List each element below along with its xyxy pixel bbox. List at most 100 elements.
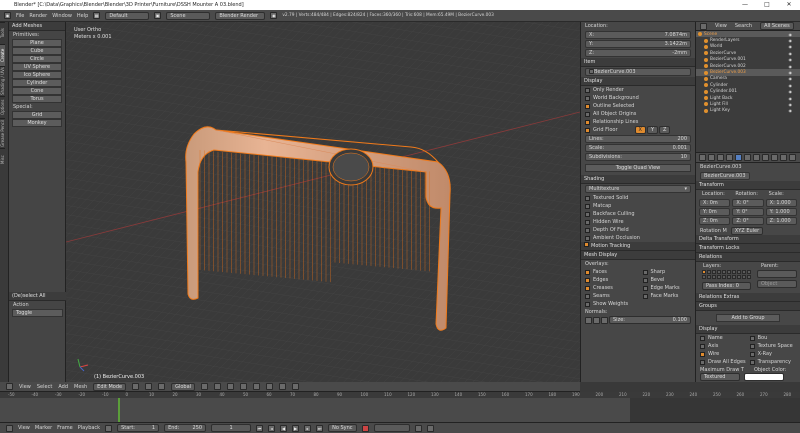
menu-mesh[interactable]: Mesh bbox=[74, 384, 87, 390]
shading-matcap-checkbox[interactable]: Matcap bbox=[581, 202, 695, 210]
visibility-eye-icon[interactable]: ◉ bbox=[789, 102, 793, 107]
viewport-canvas[interactable]: User Ortho Meters x 0.001 (1) BezierCurv… bbox=[66, 22, 580, 382]
current-frame-field[interactable]: 1 bbox=[211, 424, 252, 432]
current-frame-indicator[interactable] bbox=[118, 398, 120, 422]
visibility-eye-icon[interactable]: ◉ bbox=[789, 83, 793, 88]
object-display-draw-all-edges-checkbox[interactable]: Draw All Edges bbox=[696, 358, 746, 366]
shading-ambient-occlusion-checkbox[interactable]: Ambient Occlusion bbox=[581, 234, 695, 242]
primitive-plane-button[interactable]: Plane bbox=[12, 39, 62, 47]
overlay-sharp-checkbox[interactable]: Sharp bbox=[639, 268, 696, 276]
physics-tab-icon[interactable] bbox=[789, 154, 796, 161]
transform-scl-z-field[interactable]: Z: 1.000 bbox=[765, 217, 797, 225]
face-normals-icon[interactable] bbox=[601, 316, 608, 324]
object-display-texture-space-checkbox[interactable]: Texture Space bbox=[746, 342, 800, 350]
timeline-track[interactable] bbox=[0, 398, 800, 422]
data-tab-icon[interactable] bbox=[762, 154, 769, 161]
layer-buttons[interactable] bbox=[702, 270, 751, 279]
visibility-eye-icon[interactable]: ◉ bbox=[789, 44, 793, 49]
tab-shading-uvs[interactable]: Shading / UVs bbox=[0, 66, 5, 96]
primitive-ico-sphere-button[interactable]: Ico Sphere bbox=[12, 71, 62, 79]
layer-toggle[interactable] bbox=[732, 275, 736, 279]
minimize-button[interactable]: — bbox=[734, 0, 756, 10]
timeline-menu-playback[interactable]: Playback bbox=[78, 425, 100, 431]
transform-rot-z-field[interactable]: Z: 0° bbox=[732, 217, 764, 225]
manipulator-icon[interactable] bbox=[158, 383, 166, 390]
object-color-swatch[interactable] bbox=[744, 373, 784, 381]
relations-extras-header[interactable]: Relations Extras bbox=[696, 293, 800, 302]
display-outline-selected-checkbox[interactable]: Outline Selected bbox=[581, 102, 695, 110]
visibility-eye-icon[interactable]: ◉ bbox=[789, 89, 793, 94]
item-name-field[interactable]: BezierCurve.003 bbox=[585, 68, 691, 76]
visibility-eye-icon[interactable]: ◉ bbox=[789, 57, 793, 62]
layer-toggle[interactable] bbox=[747, 275, 751, 279]
delta-transform-header[interactable]: Delta Transform bbox=[696, 235, 800, 244]
overlay-seams-checkbox[interactable]: Seams bbox=[581, 292, 639, 300]
visibility-eye-icon[interactable]: ◉ bbox=[789, 76, 793, 81]
grid-axis-z[interactable]: Z bbox=[659, 126, 671, 134]
layer-toggle[interactable] bbox=[727, 275, 731, 279]
overlay-edge-marks-checkbox[interactable]: Edge Marks bbox=[639, 284, 696, 292]
transform-header[interactable]: Transform bbox=[696, 181, 800, 190]
transform-loc-z-field[interactable]: Z: 0m bbox=[699, 217, 731, 225]
scene-tab-icon[interactable] bbox=[717, 154, 724, 161]
display-panel-header[interactable]: Display bbox=[581, 77, 695, 86]
play-reverse-icon[interactable]: ◀ bbox=[280, 424, 288, 432]
screen-layout-icon[interactable]: ▦ bbox=[93, 12, 101, 19]
overlay-bevel-checkbox[interactable]: Bevel bbox=[639, 276, 696, 284]
layer-toggle[interactable] bbox=[722, 275, 726, 279]
timeline-editor-icon[interactable] bbox=[6, 424, 13, 432]
object-display-x-ray-checkbox[interactable]: X-Ray bbox=[746, 350, 800, 358]
special-grid-button[interactable]: Grid bbox=[12, 111, 62, 119]
primitive-cylinder-button[interactable]: Cylinder bbox=[12, 79, 62, 87]
primitive-cone-button[interactable]: Cone bbox=[12, 87, 62, 95]
layer-toggle[interactable] bbox=[717, 270, 721, 274]
vertex-normals-icon[interactable] bbox=[585, 316, 592, 324]
transform-loc-x-field[interactable]: X: 0m bbox=[699, 199, 731, 207]
render-tab-icon[interactable] bbox=[699, 154, 706, 161]
prev-keyframe-icon[interactable]: ◂ bbox=[268, 424, 276, 432]
edge-select-icon[interactable] bbox=[214, 383, 222, 390]
visibility-eye-icon[interactable]: ◉ bbox=[789, 108, 793, 113]
relations-header[interactable]: Relations bbox=[696, 253, 800, 262]
layer-toggle[interactable] bbox=[717, 275, 721, 279]
overlay-show-weights-checkbox[interactable]: Show Weights bbox=[581, 300, 639, 308]
grid-floor-toggle[interactable]: Grid Floor X Y Z bbox=[581, 126, 695, 134]
layer-toggle[interactable] bbox=[712, 275, 716, 279]
primitive-cube-button[interactable]: Cube bbox=[12, 47, 62, 55]
sync-mode-selector[interactable]: No Sync bbox=[328, 424, 357, 432]
layer-toggle[interactable] bbox=[737, 275, 741, 279]
menu-add[interactable]: Add bbox=[58, 384, 68, 390]
outliner-row[interactable]: Light Key ◉ bbox=[696, 108, 800, 114]
texture-tab-icon[interactable] bbox=[780, 154, 787, 161]
shading-textured-solid-checkbox[interactable]: Textured Solid bbox=[581, 194, 695, 202]
location-x-field[interactable]: X: 7.0874m bbox=[585, 31, 691, 39]
play-icon[interactable]: ▶ bbox=[292, 424, 300, 432]
layer-toggle[interactable] bbox=[707, 275, 711, 279]
layout-selector[interactable]: Default bbox=[105, 11, 150, 20]
close-button[interactable]: ✕ bbox=[778, 0, 800, 10]
object-name-field[interactable]: BezierCurve.003 bbox=[700, 172, 750, 180]
grid-axis-y[interactable]: Y bbox=[646, 126, 659, 134]
grid-lines-field[interactable]: Lines: 200 bbox=[585, 135, 691, 143]
tab-options[interactable]: Options bbox=[0, 96, 5, 118]
layer-toggle[interactable] bbox=[737, 270, 741, 274]
outliner-editor-icon[interactable] bbox=[700, 22, 707, 30]
viewport-shading-icon[interactable] bbox=[132, 383, 140, 390]
display-all-object-origins-checkbox[interactable]: All Object Origins bbox=[581, 110, 695, 118]
render-preview-icon[interactable] bbox=[292, 383, 300, 390]
toggle-quad-view-button[interactable]: Toggle Quad View bbox=[585, 164, 691, 172]
insert-keyframe-icon[interactable] bbox=[414, 424, 422, 432]
loop-normals-icon[interactable] bbox=[593, 316, 600, 324]
max-draw-type-selector[interactable]: Textured bbox=[700, 373, 740, 381]
outliner-search-menu[interactable]: Search bbox=[735, 23, 752, 29]
display-relationship-lines-checkbox[interactable]: Relationship Lines bbox=[581, 118, 695, 126]
primitive-torus-button[interactable]: Torus bbox=[12, 95, 62, 103]
grid-axis-x[interactable]: X bbox=[634, 126, 646, 134]
layer-toggle[interactable] bbox=[722, 270, 726, 274]
shading-panel-header[interactable]: Shading bbox=[581, 175, 695, 184]
pivot-point-icon[interactable] bbox=[145, 383, 153, 390]
keying-set-field[interactable] bbox=[373, 424, 410, 432]
layer-toggle[interactable] bbox=[702, 275, 706, 279]
grid-scale-field[interactable]: Scale: 0.001 bbox=[585, 144, 691, 152]
transform-scl-y-field[interactable]: Y: 1.000 bbox=[765, 208, 797, 216]
